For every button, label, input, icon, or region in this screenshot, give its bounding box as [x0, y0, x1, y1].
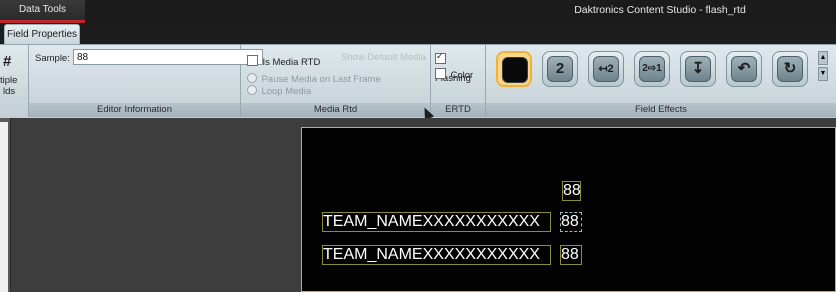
field-team-name-2[interactable]: TEAM_NAMEXXXXXXXXXXX: [322, 245, 551, 265]
color-checkbox[interactable]: Color: [435, 65, 473, 83]
effects-scroll-up-button[interactable]: ▲: [818, 51, 828, 65]
media-rtd-label: Media Rtd: [241, 103, 430, 117]
slide-down-effect-icon: ↧: [685, 56, 711, 82]
multiple-fields-label-line1: tiple: [0, 75, 18, 86]
layout-canvas[interactable]: 88 TEAM_NAMEXXXXXXXXXXX 88 TEAM_NAMEXXXX…: [301, 127, 836, 292]
loop-media-label: Loop Media: [261, 86, 312, 97]
multiple-fields-label-line2: lds: [3, 86, 16, 97]
multiple-fields-group: # tiple lds: [0, 45, 29, 117]
field-effects-label: Field Effects: [486, 103, 836, 117]
left-panel: [0, 118, 11, 292]
ribbon: # tiple lds Sample: 88 Editor Informatio…: [0, 44, 836, 121]
field-team-name-1[interactable]: TEAM_NAMEXXXXXXXXXXX: [322, 212, 551, 232]
editor-information-group: Sample: 88 Editor Information: [29, 45, 263, 117]
effect-blank-button[interactable]: [496, 51, 532, 87]
media-rtd-group: Is Media RTD Show Default Media Pause Me…: [241, 45, 431, 117]
data-tools-context-tab[interactable]: Data Tools: [0, 0, 85, 23]
loop-media-radio-dot: [247, 84, 257, 95]
chevron-up-icon: ▲: [819, 54, 827, 61]
loop-media-radio[interactable]: Loop Media: [247, 81, 311, 99]
chevron-down-icon: ▼: [819, 70, 827, 77]
window-title: Daktronics Content Studio - flash_rtd: [574, 4, 746, 16]
show-default-media-option: Show Default Media: [341, 52, 427, 63]
color-check-box: [435, 68, 446, 80]
is-media-rtd-box: [247, 55, 258, 67]
hash-icon: #: [3, 53, 12, 70]
effects-scroll-down-button[interactable]: ▼: [818, 67, 828, 81]
sample-label: Sample:: [35, 53, 70, 64]
effect-wipe-button[interactable]: ↻: [772, 51, 808, 87]
sample-input[interactable]: 88: [73, 49, 263, 65]
effect-rotate-button[interactable]: ↶: [726, 51, 762, 87]
color-label: Color: [450, 70, 474, 81]
number-effect-icon: 2: [547, 56, 573, 82]
wipe-effect-icon: ↻: [777, 56, 803, 82]
is-media-rtd-label: Is Media RTD: [262, 57, 321, 68]
tab-field-properties[interactable]: Field Properties: [4, 24, 80, 44]
effect-slide-down-button[interactable]: ↧: [680, 51, 716, 87]
slide-left-effect-icon: ↤2: [593, 56, 619, 82]
is-media-rtd-checkbox[interactable]: Is Media RTD: [247, 52, 320, 70]
effect-push-right-button[interactable]: 2⇨1: [634, 51, 670, 87]
effect-number-button[interactable]: 2: [542, 51, 578, 87]
flashing-check-box: [435, 51, 446, 65]
ertd-label: ERTD: [431, 103, 485, 117]
workspace: 88 TEAM_NAMEXXXXXXXXXXX 88 TEAM_NAMEXXXX…: [0, 118, 836, 292]
left-panel-content: [0, 122, 8, 292]
rotate-effect-icon: ↶: [731, 56, 757, 82]
multiple-fields-button[interactable]: # tiple lds: [0, 51, 26, 99]
field-effects-group: 2 ↤2 2⇨1 ↧ ↶ ↻ ▲ ▼ Field Effects: [486, 45, 836, 117]
ribbon-tab-row: [0, 24, 836, 44]
effect-slide-left-button[interactable]: ↤2: [588, 51, 624, 87]
editor-information-label: Editor Information: [29, 103, 240, 117]
field-score-top[interactable]: 88: [562, 181, 581, 201]
push-right-effect-icon: 2⇨1: [639, 56, 665, 82]
field-score-1-selected[interactable]: 88: [560, 212, 582, 232]
field-score-2[interactable]: 88: [560, 245, 582, 265]
ertd-group: Flashing Color ERTD: [431, 45, 486, 117]
blank-effect-icon: [502, 57, 528, 83]
